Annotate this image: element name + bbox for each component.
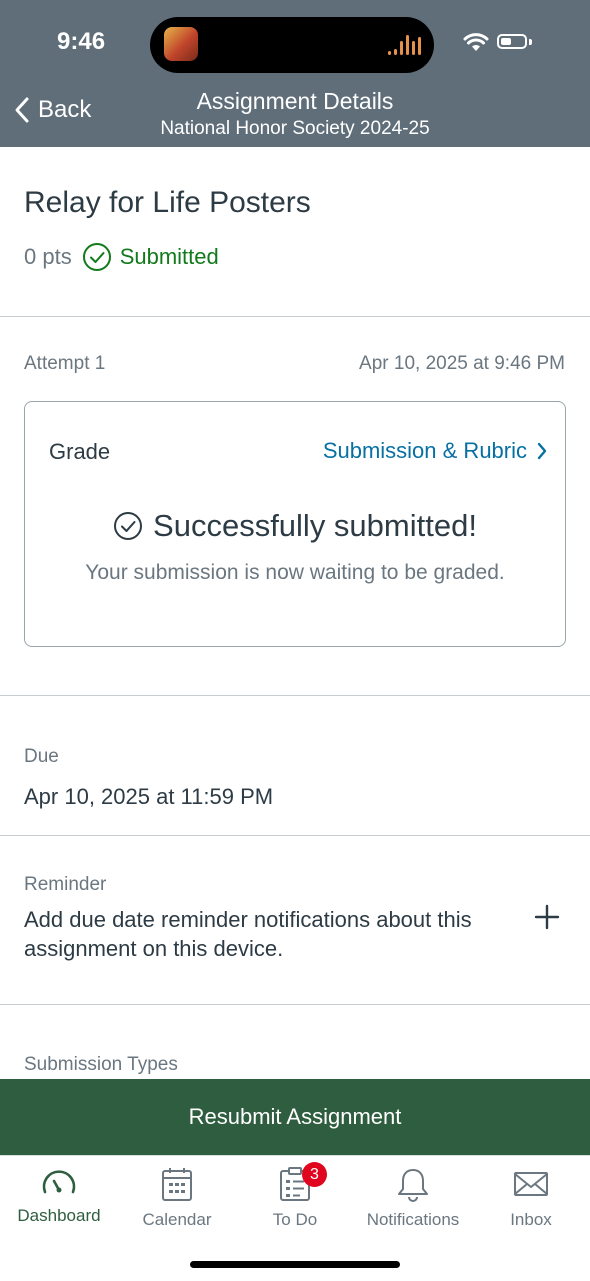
- now-playing-artwork: [164, 27, 198, 61]
- reminder-description: Add due date reminder notifications abou…: [24, 907, 472, 961]
- status-time: 9:46: [57, 28, 106, 55]
- divider: [0, 695, 590, 696]
- wifi-icon: [463, 33, 489, 51]
- check-circle-icon: [114, 512, 143, 540]
- assignment-title: Relay for Life Posters: [24, 186, 311, 219]
- resubmit-assignment-button[interactable]: Resubmit Assignment: [0, 1079, 590, 1155]
- tab-todo[interactable]: 3 To Do: [236, 1162, 354, 1230]
- grade-label: Grade: [49, 439, 111, 464]
- grade-card: Grade Submission & Rubric Successfully s…: [24, 401, 566, 647]
- attempt-label[interactable]: Attempt 1: [24, 353, 105, 375]
- points-status-row: 0 pts Submitted: [24, 242, 219, 272]
- audio-waveform-icon: [388, 35, 422, 55]
- divider: [0, 316, 590, 317]
- calendar-icon: [162, 1168, 192, 1201]
- tab-label: Inbox: [510, 1210, 552, 1229]
- attempt-date: Apr 10, 2025 at 9:46 PM: [359, 353, 565, 374]
- todo-count-badge: 3: [302, 1162, 327, 1187]
- tab-notifications[interactable]: Notifications: [354, 1166, 472, 1230]
- status-badge: Submitted: [119, 244, 219, 269]
- success-title: Successfully submitted!: [153, 508, 477, 543]
- dynamic-island: [150, 17, 434, 73]
- tab-calendar[interactable]: Calendar: [118, 1166, 236, 1230]
- tab-label: Dashboard: [17, 1206, 101, 1225]
- divider: [0, 835, 590, 836]
- submission-rubric-label: Submission & Rubric: [322, 438, 527, 463]
- submission-rubric-link[interactable]: Submission & Rubric: [323, 438, 547, 464]
- envelope-icon: [514, 1172, 548, 1196]
- chevron-right-icon: [537, 442, 547, 460]
- add-reminder-plus-icon[interactable]: [534, 904, 560, 930]
- reminder-label: Reminder: [24, 874, 107, 895]
- tab-label: To Do: [272, 1210, 318, 1229]
- due-label: Due: [24, 746, 59, 767]
- check-circle-icon: [82, 243, 111, 271]
- tab-inbox[interactable]: Inbox: [472, 1166, 590, 1230]
- waiting-message: Your submission is now waiting to be gra…: [85, 561, 505, 584]
- course-subtitle: National Honor Society 2024-25: [160, 118, 430, 139]
- dashboard-icon: [42, 1170, 76, 1194]
- bell-icon: [398, 1169, 428, 1202]
- home-indicator: [190, 1261, 400, 1268]
- submission-types-label: Submission Types: [24, 1054, 178, 1075]
- page-title: Assignment Details: [196, 88, 394, 114]
- due-date: Apr 10, 2025 at 11:59 PM: [24, 784, 274, 809]
- battery-icon: [497, 34, 527, 49]
- tab-label: Notifications: [366, 1210, 460, 1229]
- tab-dashboard[interactable]: Dashboard: [0, 1166, 118, 1226]
- success-row: Successfully submitted!: [25, 508, 565, 544]
- divider: [0, 1004, 590, 1005]
- points-value: 0 pts: [24, 244, 72, 269]
- app-header: 9:46 Back Assignment Details National Ho…: [0, 0, 590, 147]
- tab-label: Calendar: [142, 1210, 212, 1229]
